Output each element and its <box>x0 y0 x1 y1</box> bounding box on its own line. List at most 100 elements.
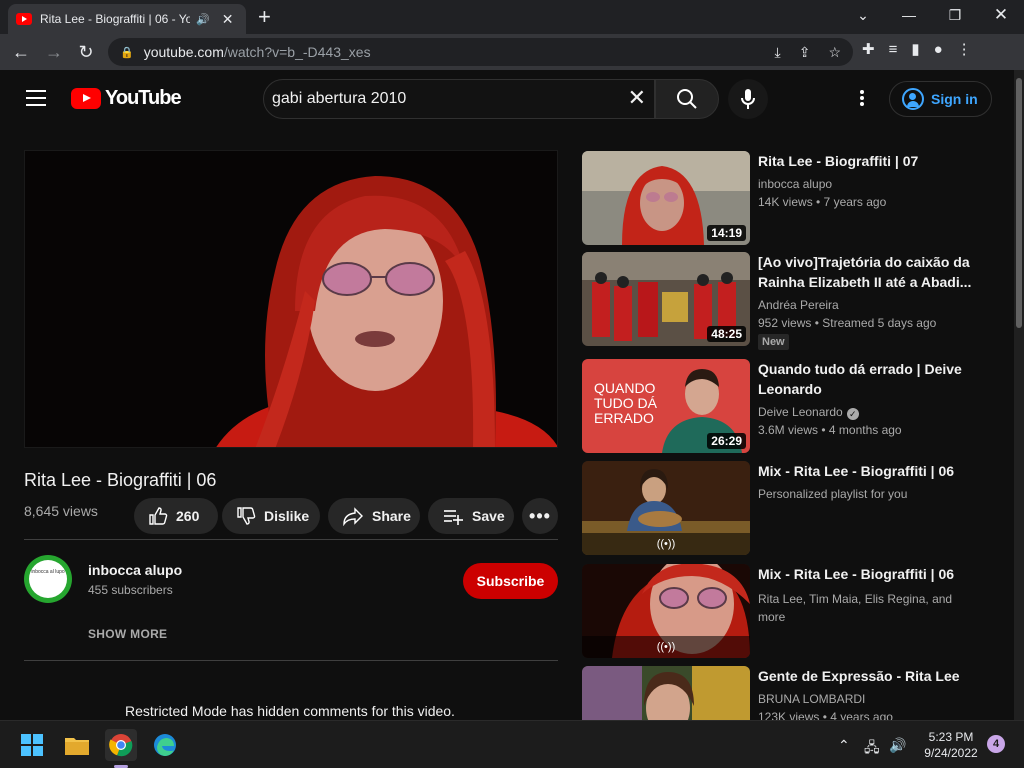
youtube-play-logo-icon <box>71 88 101 109</box>
thumbnail-image <box>582 666 750 720</box>
sign-in-button[interactable]: Sign in <box>889 81 992 117</box>
profile-icon[interactable]: ● <box>934 41 943 58</box>
share-page-icon[interactable]: ⇪ <box>799 44 811 61</box>
like-button[interactable]: 260 <box>134 498 218 534</box>
browser-tab[interactable]: Rita Lee - Biograffiti | 06 - YouTube 🔊 … <box>8 4 246 34</box>
minimize-button[interactable]: — <box>886 0 932 30</box>
windows-taskbar: ⌃ 🖧 🔊 5:23 PM 9/24/2022 <box>0 720 1024 768</box>
notification-badge[interactable]: 4 <box>987 735 1005 753</box>
video-thumbnail[interactable]: QUANDO TUDO DÁ ERRADO 26:29 <box>582 359 750 453</box>
dislike-label: Dislike <box>264 508 310 524</box>
volume-icon[interactable]: 🔊 <box>889 737 906 754</box>
restore-button[interactable]: ❐ <box>932 0 978 30</box>
related-mix[interactable]: ((•)) Mix - Rita Lee - Biograffiti | 06 … <box>582 461 1002 557</box>
related-channel: Rita Lee, Tim Maia, Elis Regina, and mor… <box>758 592 953 624</box>
subscribe-button[interactable]: Subscribe <box>463 563 558 599</box>
bookmark-star-icon[interactable]: ☆ <box>828 44 841 61</box>
windows-start-icon[interactable] <box>16 729 48 761</box>
video-frame <box>25 151 557 447</box>
related-title[interactable]: Gente de Expressão - Rita Lee <box>758 666 978 686</box>
url-text: youtube.com/watch?v=b_-D443_xes <box>143 44 371 60</box>
share-button[interactable]: Share <box>328 498 420 534</box>
save-button[interactable]: Save <box>428 498 514 534</box>
page-scrollbar[interactable] <box>1014 70 1024 720</box>
related-mix[interactable]: ((•)) Mix - Rita Lee - Biograffiti | 06 … <box>582 564 1002 660</box>
youtube-favicon-icon <box>16 13 32 25</box>
lock-icon[interactable]: 🔒 <box>120 46 134 59</box>
account-icon <box>902 88 924 110</box>
system-clock[interactable]: 5:23 PM 9/24/2022 <box>918 729 984 761</box>
save-playlist-icon <box>444 510 463 525</box>
video-thumbnail[interactable] <box>582 666 750 720</box>
more-actions-button[interactable]: ••• <box>522 498 558 534</box>
thumbs-up-icon <box>149 507 168 525</box>
file-explorer-icon[interactable] <box>61 729 93 761</box>
install-app-icon[interactable]: ⤓ <box>775 44 781 61</box>
sign-in-label: Sign in <box>931 91 978 107</box>
menu-hamburger-icon[interactable] <box>26 90 46 106</box>
settings-kebab-icon[interactable] <box>852 88 872 108</box>
close-window-button[interactable]: ✕ <box>978 0 1024 30</box>
media-queue-icon[interactable]: ≡ <box>889 41 898 58</box>
video-thumbnail[interactable]: 48:25 <box>582 252 750 346</box>
voice-search-button[interactable] <box>728 79 768 119</box>
related-title[interactable]: Mix - Rita Lee - Biograffiti | 06 <box>758 564 978 584</box>
search-icon <box>677 89 697 109</box>
related-video[interactable]: 14:19 Rita Lee - Biograffiti | 07 inbocc… <box>582 151 1002 247</box>
new-tab-button[interactable]: + <box>258 4 271 30</box>
clock-date: 9/24/2022 <box>924 746 978 760</box>
related-video[interactable]: 48:25 [Ao vivo]Trajetória do caixão da R… <box>582 252 1002 350</box>
related-video[interactable]: Gente de Expressão - Rita Lee BRUNA LOMB… <box>582 666 1002 720</box>
tab-audio-icon[interactable]: 🔊 <box>196 13 210 26</box>
thumbnail-overlay-text: QUANDO TUDO DÁ ERRADO <box>594 380 657 426</box>
show-more-button[interactable]: SHOW MORE <box>88 627 167 641</box>
video-player[interactable] <box>24 150 558 448</box>
clear-search-icon[interactable]: ✕ <box>628 86 646 110</box>
search-button[interactable] <box>655 79 719 119</box>
youtube-header: YouTube gabi abertura 2010 ✕ Sign in <box>0 70 1014 126</box>
chrome-taskbar-icon[interactable] <box>105 729 137 761</box>
side-panel-icon[interactable]: ▮ <box>911 40 919 58</box>
reload-button[interactable]: ↻ <box>74 40 98 64</box>
channel-name[interactable]: inbocca alupo <box>88 562 182 578</box>
tab-close-icon[interactable]: ✕ <box>222 11 234 28</box>
microphone-icon <box>741 89 755 109</box>
save-label: Save <box>472 508 505 524</box>
related-meta: 14K views • 7 years ago <box>758 195 887 209</box>
mix-thumbnail[interactable]: ((•)) <box>582 564 750 658</box>
show-hidden-icons-chevron[interactable]: ⌃ <box>838 737 850 754</box>
related-title[interactable]: [Ao vivo]Trajetória do caixão da Rainha … <box>758 252 978 292</box>
related-channel: BRUNA LOMBARDI <box>758 692 866 706</box>
related-video[interactable]: QUANDO TUDO DÁ ERRADO 26:29 Quando tudo … <box>582 359 1002 455</box>
video-thumbnail[interactable]: 14:19 <box>582 151 750 245</box>
video-duration: 48:25 <box>707 326 746 342</box>
related-meta: 3.6M views • 4 months ago <box>758 423 902 437</box>
chrome-menu-icon[interactable]: ⋮ <box>957 40 972 58</box>
network-icon[interactable]: 🖧 <box>864 737 880 761</box>
dislike-button[interactable]: Dislike <box>222 498 320 534</box>
youtube-logo[interactable]: YouTube <box>71 87 182 110</box>
share-label: Share <box>372 508 411 524</box>
mix-thumbnail[interactable]: ((•)) <box>582 461 750 555</box>
related-channel: Andréa Pereira <box>758 298 839 312</box>
back-button[interactable]: ← <box>9 40 33 64</box>
related-title[interactable]: Quando tudo dá errado | Deive Leonardo <box>758 359 978 399</box>
scrollbar-thumb[interactable] <box>1016 78 1022 328</box>
mix-radio-icon: ((•)) <box>582 636 750 658</box>
search-input[interactable]: gabi abertura 2010 <box>272 90 406 108</box>
tab-title: Rita Lee - Biograffiti | 06 - YouTube <box>40 12 190 26</box>
search-box[interactable]: gabi abertura 2010 ✕ <box>263 79 655 119</box>
related-title[interactable]: Mix - Rita Lee - Biograffiti | 06 <box>758 461 978 481</box>
related-channel: Deive Leonardo ✓ <box>758 405 859 420</box>
divider <box>24 539 558 540</box>
video-duration: 14:19 <box>707 225 746 241</box>
related-channel: Personalized playlist for you <box>758 487 908 501</box>
address-bar[interactable]: 🔒 youtube.com/watch?v=b_-D443_xes ⤓ ⇪ ☆ <box>108 38 853 66</box>
edge-icon[interactable] <box>149 729 181 761</box>
channel-avatar[interactable]: inbocca al lupo <box>24 555 72 603</box>
forward-button[interactable]: → <box>42 40 66 64</box>
tab-search-chevron-icon[interactable]: ⌄ <box>840 0 886 30</box>
related-title[interactable]: Rita Lee - Biograffiti | 07 <box>758 151 978 171</box>
subscriber-count: 455 subscribers <box>88 583 173 597</box>
extensions-icon[interactable]: ✚ <box>862 40 875 58</box>
